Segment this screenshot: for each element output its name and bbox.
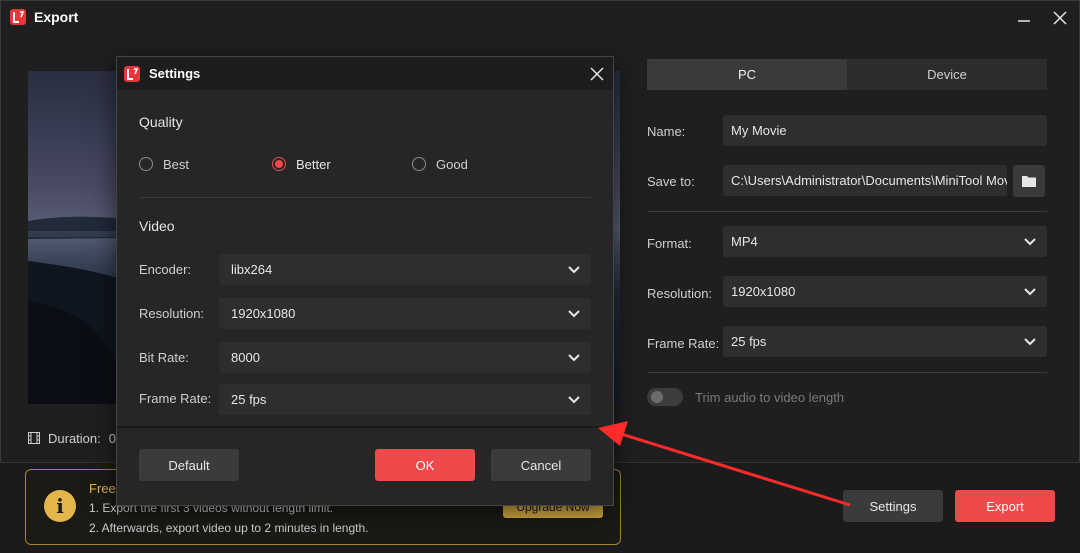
film-icon (28, 432, 40, 444)
app-logo-icon (10, 9, 26, 25)
radio-best-label: Best (163, 157, 190, 172)
resolution-label: Resolution: (647, 286, 713, 301)
bit-rate-value: 8000 (231, 350, 260, 365)
frame-rate-value: 25 fps (731, 334, 767, 349)
export-button[interactable]: Export (955, 490, 1055, 522)
ok-button[interactable]: OK (375, 449, 475, 481)
divider (647, 372, 1047, 373)
close-icon (1053, 11, 1067, 25)
radio-best[interactable] (139, 157, 153, 171)
toggle-knob (651, 391, 663, 403)
chevron-down-icon (1024, 237, 1036, 245)
save-to-label: Save to: (647, 174, 695, 189)
minimize-button[interactable] (1012, 6, 1036, 30)
format-label: Format: (647, 236, 692, 251)
dialog-frame-rate-dropdown[interactable]: 25 fps (219, 384, 591, 415)
info-title: Free (89, 481, 116, 496)
frame-rate-dropdown[interactable]: 25 fps (723, 326, 1047, 357)
folder-icon (1022, 176, 1036, 187)
radio-good[interactable] (412, 157, 426, 171)
duration-row: Duration: 00 (28, 430, 123, 446)
chevron-down-icon (568, 265, 580, 273)
settings-button[interactable]: Settings (843, 490, 943, 522)
dialog-close-button[interactable] (586, 63, 608, 85)
window-title: Export (34, 9, 79, 25)
dialog-title: Settings (149, 66, 201, 81)
format-value: MP4 (731, 234, 758, 249)
encoder-value: libx264 (231, 262, 273, 277)
info-icon: i (44, 490, 76, 522)
chevron-down-icon (568, 353, 580, 361)
minimize-icon (1018, 20, 1030, 22)
divider (139, 197, 591, 198)
resolution-dropdown[interactable]: 1920x1080 (723, 276, 1047, 307)
duration-label: Duration: (48, 430, 101, 446)
radio-better[interactable] (272, 157, 286, 171)
name-label: Name: (647, 124, 686, 139)
frame-rate-label: Frame Rate: (647, 336, 720, 351)
save-path-input[interactable]: C:\Users\Administrator\Documents\MiniToo… (723, 165, 1007, 196)
dialog-resolution-value: 1920x1080 (231, 306, 296, 321)
format-dropdown[interactable]: MP4 (723, 226, 1047, 257)
chevron-down-icon (568, 395, 580, 403)
info-line-2: 2. Afterwards, export video up to 2 minu… (89, 521, 369, 535)
resolution-value: 1920x1080 (731, 284, 796, 299)
bit-rate-label: Bit Rate: (139, 350, 189, 365)
tab-pc[interactable]: PC (647, 59, 847, 90)
divider (647, 211, 1047, 212)
encoder-dropdown[interactable]: libx264 (219, 254, 591, 285)
chevron-down-icon (1024, 287, 1036, 295)
app-logo-icon (124, 66, 140, 82)
dialog-resolution-label: Resolution: (139, 306, 205, 321)
name-input[interactable]: My Movie (723, 115, 1047, 146)
cancel-button[interactable]: Cancel (491, 449, 591, 481)
bit-rate-dropdown[interactable]: 8000 (219, 342, 591, 373)
quality-section-title: Quality (139, 114, 183, 130)
chevron-down-icon (1024, 337, 1036, 345)
trim-audio-label: Trim audio to video length (695, 390, 845, 405)
dialog-frame-rate-label: Frame Rate: (139, 391, 212, 406)
encoder-label: Encoder: (139, 262, 192, 277)
browse-folder-button[interactable] (1013, 165, 1045, 197)
radio-better-label: Better (296, 157, 331, 172)
dialog-frame-rate-value: 25 fps (231, 392, 267, 407)
close-icon (590, 67, 604, 81)
tab-device[interactable]: Device (847, 59, 1047, 90)
radio-good-label: Good (436, 157, 468, 172)
dialog-resolution-dropdown[interactable]: 1920x1080 (219, 298, 591, 329)
dialog-footer-divider (117, 426, 613, 428)
default-button[interactable]: Default (139, 449, 239, 481)
title-bar (0, 0, 1080, 36)
video-section-title: Video (139, 218, 175, 234)
close-button[interactable] (1048, 6, 1072, 30)
chevron-down-icon (568, 309, 580, 317)
